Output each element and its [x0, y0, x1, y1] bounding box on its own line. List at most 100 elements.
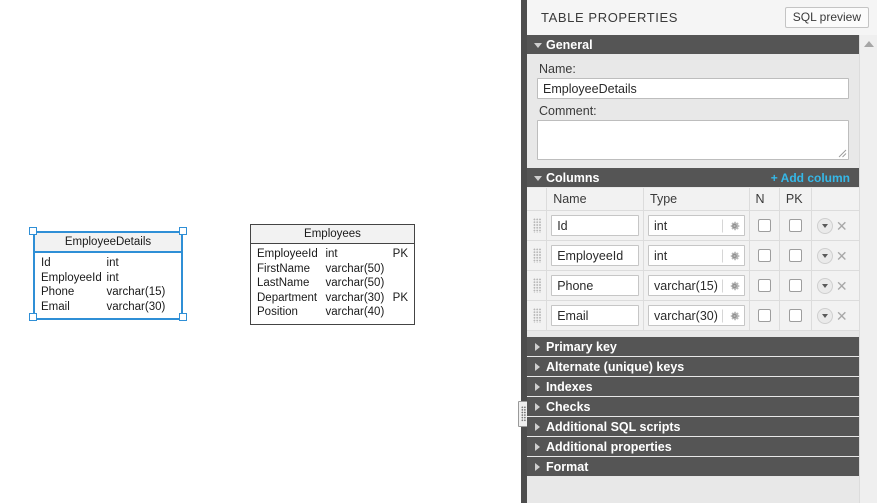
section-header-general[interactable]: General	[527, 35, 859, 55]
primary-key-checkbox[interactable]	[788, 219, 802, 232]
gear-icon[interactable]	[721, 249, 741, 262]
columns-table: Name Type N PK Id int ✕ EmployeeId int ✕…	[527, 188, 859, 331]
table-row[interactable]: ✕	[527, 210, 859, 241]
cell-primary-key[interactable]	[779, 240, 812, 271]
column-name-input[interactable]	[551, 275, 639, 296]
section-header-indexes[interactable]: Indexes	[527, 377, 859, 397]
row-options-dropdown-button[interactable]	[816, 277, 833, 294]
cell-row-actions[interactable]: ✕	[811, 300, 859, 331]
chevron-down-icon	[821, 253, 828, 258]
er-table-title: EmployeeDetails	[35, 233, 181, 253]
chevron-down-icon	[821, 313, 828, 318]
panel-vertical-scrollbar[interactable]	[859, 35, 877, 503]
table-row[interactable]: ✕	[527, 300, 859, 331]
cell-nullable[interactable]	[749, 300, 780, 331]
section-label-general: General	[546, 37, 593, 52]
delete-column-button[interactable]: ✕	[836, 309, 848, 323]
selection-handle-top-left[interactable]	[29, 227, 37, 235]
cell-nullable[interactable]	[749, 240, 780, 271]
primary-key-checkbox[interactable]	[788, 309, 802, 322]
selection-handle-top-right[interactable]	[179, 227, 187, 235]
cell-row-actions[interactable]: ✕	[811, 210, 859, 241]
er-table-employees[interactable]: Employees EmployeeId int PK FirstName va…	[250, 224, 415, 325]
col-header-pk: PK	[779, 188, 812, 211]
er-column-row: Email varchar(30)	[41, 300, 175, 315]
row-options-dropdown-button[interactable]	[816, 307, 833, 324]
selection-handle-bottom-right[interactable]	[179, 313, 187, 321]
cell-column-name[interactable]	[546, 240, 644, 271]
nullable-checkbox[interactable]	[757, 309, 771, 322]
er-table-title: Employees	[251, 225, 414, 244]
section-label-checks: Checks	[546, 399, 591, 414]
row-drag-handle[interactable]	[527, 300, 548, 331]
row-drag-handle[interactable]	[527, 240, 548, 271]
primary-key-checkbox[interactable]	[788, 249, 802, 262]
gear-icon[interactable]	[721, 279, 741, 292]
er-column-name: Email	[41, 300, 70, 313]
delete-column-button[interactable]: ✕	[836, 249, 848, 263]
row-options-dropdown-button[interactable]	[816, 247, 833, 264]
cell-row-actions[interactable]: ✕	[811, 240, 859, 271]
er-column-type: int	[106, 271, 119, 284]
diagram-canvas[interactable]: EmployeeDetails Id int EmployeeId int Ph…	[0, 0, 521, 503]
cell-nullable[interactable]	[749, 270, 780, 301]
scrollbar-up-arrow-button[interactable]	[860, 35, 877, 52]
drag-handle-icon	[532, 217, 541, 233]
chevron-right-icon	[535, 382, 540, 391]
section-header-checks[interactable]: Checks	[527, 397, 859, 417]
er-column-type: varchar(50)	[325, 277, 385, 289]
nullable-checkbox[interactable]	[757, 249, 771, 262]
cell-column-name[interactable]	[546, 270, 644, 301]
add-column-button[interactable]: + Add column	[771, 171, 850, 185]
cell-column-name[interactable]	[546, 210, 644, 241]
gear-icon[interactable]	[721, 309, 741, 322]
cell-primary-key[interactable]	[779, 300, 812, 331]
cell-nullable[interactable]	[749, 210, 780, 241]
table-comment-textarea[interactable]	[537, 120, 849, 160]
delete-column-button[interactable]: ✕	[836, 219, 848, 233]
section-header-columns[interactable]: Columns + Add column	[527, 168, 859, 188]
er-column-name: Department	[257, 291, 318, 304]
nullable-checkbox[interactable]	[757, 279, 771, 292]
cell-column-type[interactable]	[643, 240, 750, 271]
cell-column-type[interactable]	[643, 210, 750, 241]
cell-column-type[interactable]	[643, 270, 750, 301]
chevron-down-icon	[821, 223, 828, 228]
table-name-input[interactable]	[537, 78, 849, 99]
column-name-input[interactable]	[551, 245, 639, 266]
col-header-n: N	[749, 188, 780, 211]
primary-key-checkbox[interactable]	[788, 279, 802, 292]
cell-primary-key[interactable]	[779, 210, 812, 241]
section-header-additional-properties[interactable]: Additional properties	[527, 437, 859, 457]
table-row[interactable]: ✕	[527, 270, 859, 301]
er-column-row: FirstName varchar(50)	[257, 262, 408, 277]
section-header-additional-sql-scripts[interactable]: Additional SQL scripts	[527, 417, 859, 437]
section-header-primary-key[interactable]: Primary key	[527, 337, 859, 357]
section-header-alternate-keys[interactable]: Alternate (unique) keys	[527, 357, 859, 377]
page-title: TABLE PROPERTIES	[541, 10, 678, 25]
cell-primary-key[interactable]	[779, 270, 812, 301]
section-header-format[interactable]: Format	[527, 457, 859, 477]
cell-row-actions[interactable]: ✕	[811, 270, 859, 301]
col-header-actions	[811, 188, 859, 211]
row-options-dropdown-button[interactable]	[816, 217, 833, 234]
column-name-input[interactable]	[551, 305, 639, 326]
selection-handle-bottom-left[interactable]	[29, 313, 37, 321]
gear-icon[interactable]	[721, 219, 741, 232]
chevron-right-icon	[535, 442, 540, 451]
sql-preview-button[interactable]: SQL preview	[784, 7, 869, 28]
column-name-input[interactable]	[551, 215, 639, 236]
row-drag-handle[interactable]	[527, 210, 548, 241]
er-column-key	[389, 305, 408, 320]
cell-column-name[interactable]	[546, 300, 644, 331]
cell-column-type[interactable]	[643, 300, 750, 331]
er-column-type: varchar(30)	[325, 291, 385, 304]
columns-table-header-row: Name Type N PK	[527, 188, 859, 211]
er-column-type: varchar(15)	[106, 286, 166, 298]
table-row[interactable]: ✕	[527, 240, 859, 271]
chevron-right-icon	[535, 402, 540, 411]
delete-column-button[interactable]: ✕	[836, 279, 848, 293]
row-drag-handle[interactable]	[527, 270, 548, 301]
nullable-checkbox[interactable]	[757, 219, 771, 232]
er-table-employeedetails[interactable]: EmployeeDetails Id int EmployeeId int Ph…	[33, 231, 183, 320]
